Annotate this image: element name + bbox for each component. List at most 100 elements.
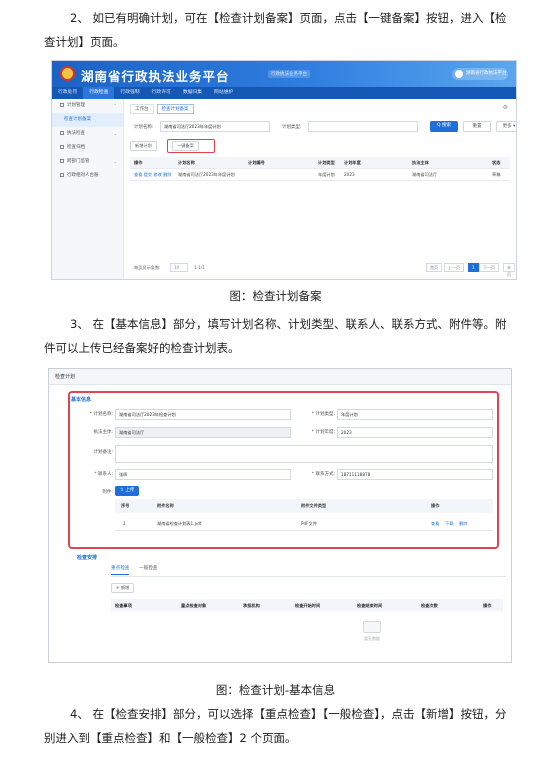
remark-textarea[interactable] xyxy=(115,445,493,463)
sidebar-item[interactable]: 执法检查 ⌄ xyxy=(52,127,123,141)
step2-paragraph: 2、 如已有明确计划，可在【检查计划备案】页面，点击【一键备案】按钮，进入【检查… xyxy=(44,11,507,49)
contact-label: * 联系人: xyxy=(94,472,113,477)
nav-item-active[interactable]: 行政检查 xyxy=(83,87,115,99)
subject-input: 湖南省司法厅 xyxy=(115,427,291,438)
delete-link[interactable]: 删除 xyxy=(459,521,467,527)
tab-workbench[interactable]: 工作台 xyxy=(130,104,154,114)
plan-name-input[interactable]: 湖南省司法厅2023年检查计划 xyxy=(115,409,291,420)
plan-type-select[interactable]: 年度计划 xyxy=(337,409,493,420)
column-header: 计划编号 xyxy=(248,160,265,165)
sidebar-label: 行政相对人台账 xyxy=(67,173,99,178)
remark-label: 计划备注: xyxy=(93,450,113,455)
tab-bar: 工作台 检查计划备案 xyxy=(130,103,510,115)
menu-icon xyxy=(60,158,64,163)
row-actions[interactable]: 查看 提交 修改 删除 xyxy=(134,172,172,178)
emblem-icon xyxy=(60,66,75,81)
pagination: 每页显示条数: 10 1-1/1 首页 上一页 1 下一页 末页 xyxy=(130,263,515,277)
add-button[interactable]: + 新增 xyxy=(111,583,135,593)
sidebar-item[interactable]: 检查归档 xyxy=(52,141,123,155)
user-name: 湖南省行政执法平台 xyxy=(466,71,507,76)
plan-name-input[interactable]: 湖南省司法厅2023年年度计划 xyxy=(160,121,270,132)
highlight-box xyxy=(167,139,215,153)
cell-plan-year: 2023 xyxy=(344,172,355,177)
cell-no: 1 xyxy=(123,521,126,526)
sidebar-label: 计划管理 xyxy=(67,103,85,108)
plan-name-label: * 计划名称: xyxy=(89,412,113,417)
cell-file-type: PdF文件 xyxy=(301,521,317,526)
app-header: 湖南省行政执法业务平台 行政执法业务平台 湖南省行政执法平台 xyxy=(52,61,516,87)
sidebar-item[interactable]: 行政相对人台账 xyxy=(52,169,123,183)
plan-type-select[interactable] xyxy=(308,121,418,132)
nav-item[interactable]: 网站维护 xyxy=(208,87,239,99)
phone-input[interactable]: 18711118878 xyxy=(337,469,493,480)
tab-key-inspection[interactable]: 重点检查 xyxy=(111,565,130,575)
contact-input[interactable]: 张晖 xyxy=(115,469,291,480)
menu-icon xyxy=(60,102,64,107)
column-header: 计划年度 xyxy=(344,160,361,165)
column-header: 计划名称 xyxy=(178,160,195,165)
sidebar-label: 跨部门监管 xyxy=(67,159,90,164)
reset-button[interactable]: 重置 xyxy=(463,121,491,132)
top-nav: 行政处罚 行政检查 行政强制 行政许可 数据归集 网站维护 xyxy=(52,87,516,99)
sidebar-item-active[interactable]: 检查计划备案 xyxy=(52,113,123,127)
table-row[interactable]: 查看 提交 修改 删除 湖南省司法厅2023年年度计划 年度计划 2023 湖南… xyxy=(130,169,510,181)
step3-paragraph: 3、 在【基本信息】部分，填写计划名称、计划类型、联系人、联系方式、附件等。附件… xyxy=(44,317,507,355)
plan-name-label: 计划名称: xyxy=(134,125,154,130)
plan-year-input[interactable]: 2023 xyxy=(337,427,493,438)
nav-item[interactable]: 数据归集 xyxy=(177,87,208,99)
cell-subject: 湖南省司法厅 xyxy=(412,172,438,177)
title-badge: 行政执法业务平台 xyxy=(268,70,310,78)
nav-item[interactable]: 行政许可 xyxy=(146,87,177,99)
screenshot-plan-basic-info: 检查计划 基本信息 * 计划名称: 湖南省司法厅2023年检查计划 * 计划类型… xyxy=(48,368,512,663)
form-header: 检查计划 xyxy=(49,369,511,385)
download-link[interactable]: 下载 xyxy=(445,521,453,527)
nav-item[interactable]: 行政处罚 xyxy=(52,87,83,99)
attach-label: 附件: xyxy=(102,490,113,495)
cell-plan-name: 湖南省司法厅2023年年度计划 xyxy=(178,172,235,177)
per-page-select[interactable]: 10 xyxy=(170,263,188,272)
more-button[interactable]: 更多 ▾ xyxy=(496,121,516,132)
per-page-label: 每页显示条数: xyxy=(134,265,161,270)
tab-general-inspection[interactable]: 一般检查 xyxy=(139,565,157,571)
next-page-button[interactable]: 下一页 xyxy=(479,263,499,272)
current-page[interactable]: 1 xyxy=(468,263,479,272)
search-button[interactable]: Q 搜索 xyxy=(430,121,458,132)
plan-type-label: 计划类型: xyxy=(282,125,302,130)
column-header: 操作 xyxy=(431,503,440,508)
sidebar-label: 执法检查 xyxy=(67,131,85,136)
column-header: 承担机构 xyxy=(243,603,260,608)
sidebar-label: 检查归档 xyxy=(67,145,85,150)
cell-plan-type: 年度计划 xyxy=(318,172,335,177)
arrange-table-header: 检查事项 重点检查对象 承担机构 检查开始时间 检查结束时间 检查次数 操作 xyxy=(111,599,503,611)
empty-state: 暂无数据 xyxy=(357,621,387,642)
plan-year-label: * 计划年度: xyxy=(311,430,335,435)
caption-1: 图：检查计划备案 xyxy=(229,289,322,303)
column-header: 操作 xyxy=(483,603,492,608)
last-page-button[interactable]: 末页 xyxy=(503,263,515,277)
prev-page-button[interactable]: 上一页 xyxy=(444,263,464,272)
user-menu[interactable]: 湖南省行政执法平台 xyxy=(452,68,508,80)
chevron-down-icon: ⌄ xyxy=(113,159,117,164)
arrange-title: 检查安排 xyxy=(77,555,98,561)
column-header: 附件文件类型 xyxy=(301,503,327,508)
page-range: 1-1/1 xyxy=(194,265,205,270)
nav-item[interactable]: 行政强制 xyxy=(114,87,145,99)
gear-icon[interactable]: ⚙ xyxy=(503,104,508,111)
first-page-button[interactable]: 首页 xyxy=(426,263,442,272)
arrange-tabs: 重点检查 一般检查 xyxy=(111,565,506,577)
sidebar-item[interactable]: 计划管理 ⌃ xyxy=(52,99,123,113)
view-link[interactable]: 查看 xyxy=(431,521,439,527)
sidebar: 计划管理 ⌃ 检查计划备案 执法检查 ⌄ 检查归档 跨部门监管 ⌄ 行政相对人台账 xyxy=(52,99,124,279)
avatar-icon xyxy=(455,70,463,78)
empty-text: 暂无数据 xyxy=(364,636,380,641)
screenshot-plan-filing: 湖南省行政执法业务平台 行政执法业务平台 湖南省行政执法平台 行政处罚 行政检查… xyxy=(51,60,517,280)
new-plan-button[interactable]: 新增计划 xyxy=(130,141,157,151)
column-header: 附件名称 xyxy=(157,503,174,508)
upload-button[interactable]: ⇧ 上传 xyxy=(115,486,140,496)
action-bar: 新增计划 一键备案 xyxy=(130,139,250,153)
filter-bar: 计划名称: 湖南省司法厅2023年年度计划 计划类型: Q 搜索 重置 更多 ▾ xyxy=(130,117,516,137)
column-header: 检查事项 xyxy=(115,603,132,608)
sidebar-item[interactable]: 跨部门监管 ⌄ xyxy=(52,155,123,169)
tab-plan-filing[interactable]: 检查计划备案 xyxy=(156,104,194,114)
column-header: 检查次数 xyxy=(421,603,438,608)
